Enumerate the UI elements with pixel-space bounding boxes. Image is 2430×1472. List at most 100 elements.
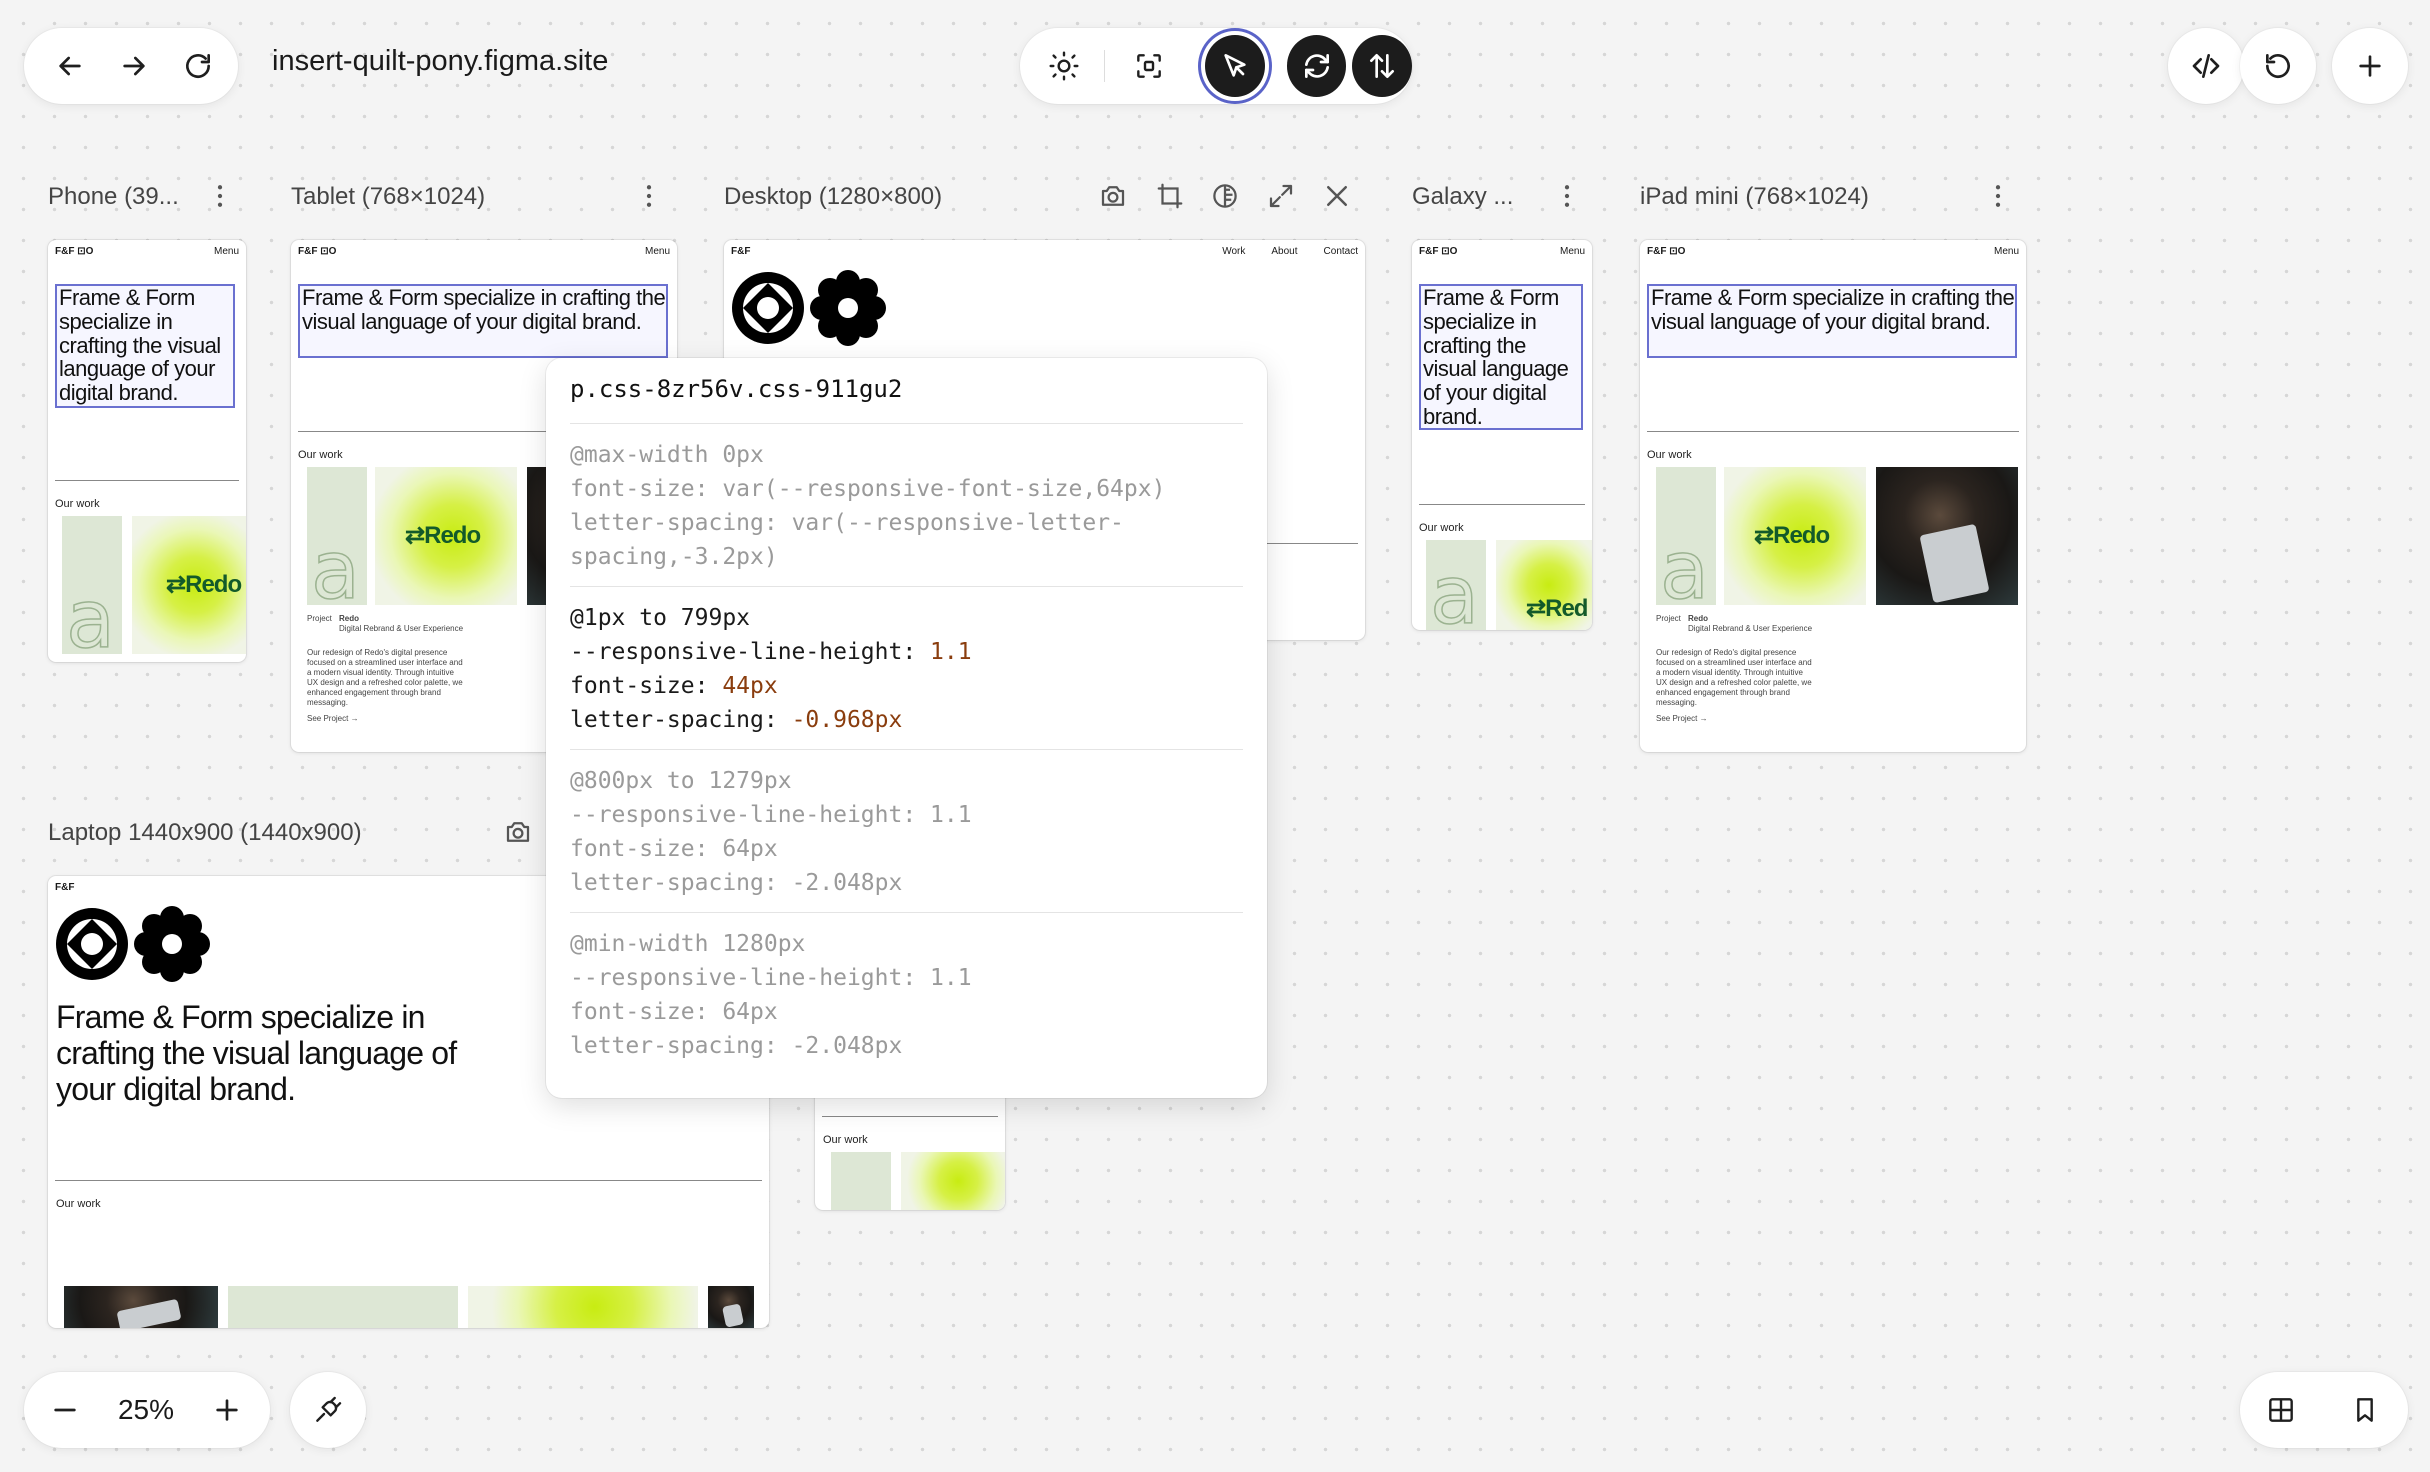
grid-icon[interactable] [2250, 1379, 2312, 1441]
history-button[interactable] [2240, 28, 2316, 104]
nav-link-contact[interactable]: Contact [1324, 246, 1358, 257]
site-headline[interactable]: Frame & Form specialize in crafting the … [1419, 284, 1583, 430]
site-logo: F&F [731, 246, 751, 257]
site-headline[interactable]: Frame & Form specialize in crafting the … [1647, 284, 2017, 358]
project-thumb-redo[interactable] [901, 1152, 1005, 1210]
forward-icon[interactable] [102, 35, 166, 97]
menu-link[interactable]: Menu [645, 246, 670, 257]
code-button[interactable] [2168, 28, 2244, 104]
frame-label-phone[interactable]: Phone (39... [48, 183, 179, 211]
project-thumb-a[interactable]: a [307, 467, 367, 605]
menu-link[interactable]: Menu [1994, 246, 2019, 257]
project-thumb-photo[interactable] [64, 1286, 218, 1328]
divider [55, 480, 239, 481]
more-icon[interactable] [1983, 181, 2013, 216]
site-nav: F&F ⊡O Menu [55, 246, 239, 257]
site-headline[interactable]: Frame & Form specialize in crafting the … [55, 284, 235, 408]
site-headline[interactable]: Frame & Form specialize in crafting the … [298, 284, 668, 358]
focus-frame-icon[interactable] [1120, 35, 1180, 97]
see-project-link[interactable]: See Project → [1656, 714, 1708, 724]
letter-a: a [65, 573, 116, 654]
divider [55, 1180, 762, 1181]
project-label: Project [1656, 614, 1681, 623]
project-thumb-a[interactable] [228, 1286, 458, 1328]
our-work-heading: Our work [1419, 522, 1464, 534]
expand-icon[interactable] [1266, 181, 1296, 216]
frame-label-desktop[interactable]: Desktop (1280×800) [724, 183, 942, 211]
site-nav: F&F ⊡O Menu [1647, 246, 2019, 257]
frame-label-ipad[interactable]: iPad mini (768×1024) [1640, 183, 1869, 211]
css-rule: --responsive-line-height: 1.1 [570, 639, 972, 665]
swap-vertical-icon[interactable] [1352, 35, 1412, 97]
zoom-in-icon[interactable] [196, 1379, 258, 1441]
letter-a: a [310, 524, 361, 605]
project-thumb-photo[interactable] [1876, 467, 2018, 605]
project-label: Project [307, 614, 332, 623]
zoom-level[interactable]: 25% [96, 1394, 196, 1426]
phone-frame[interactable]: F&F ⊡O Menu Frame & Form specialize in c… [48, 240, 246, 662]
project-thumb-redo[interactable]: ⇄Redo [1724, 467, 1866, 605]
frame-label-tablet[interactable]: Tablet (768×1024) [291, 183, 485, 211]
breakpoint-min-width-1280: @min-width 1280px --responsive-line-heig… [570, 913, 1243, 1075]
css-rule: --responsive-line-height: 1.1 [570, 965, 972, 991]
site-logo: F&F ⊡O [1419, 246, 1458, 257]
rotate-icon[interactable] [1155, 181, 1185, 216]
ipad-frame[interactable]: F&F ⊡O Menu Frame & Form specialize in c… [1640, 240, 2026, 752]
project-thumb-a[interactable]: a [1426, 540, 1486, 630]
site-headline[interactable]: Frame & Form specialize in crafting the … [56, 999, 496, 1107]
breakpoint-header: @min-width 1280px [570, 931, 806, 957]
our-work-heading: Our work [298, 449, 343, 461]
project-thumb-photo[interactable] [708, 1286, 754, 1328]
zoom-control: 25% [24, 1372, 270, 1448]
reload-icon[interactable] [166, 35, 230, 97]
site-nav: F&F Work About Contact [731, 246, 1358, 257]
sun-icon[interactable] [1034, 35, 1094, 97]
project-name: Redo [339, 614, 359, 623]
galaxy-frame[interactable]: F&F ⊡O Menu Frame & Form specialize in c… [1412, 240, 1592, 630]
breakpoint-header: @max-width 0px [570, 442, 764, 468]
camera-icon[interactable] [1098, 181, 1128, 216]
css-rule: font-size: 64px [570, 999, 778, 1025]
see-project-link[interactable]: See Project → [307, 714, 359, 724]
cursor-select-icon[interactable] [1205, 35, 1265, 97]
css-rule: letter-spacing: -2.048px [570, 1033, 903, 1059]
bookmark-icon[interactable] [2334, 1379, 2396, 1441]
css-rule: letter-spacing: -0.968px [570, 707, 903, 733]
project-thumb-redo[interactable]: ⇄Redo [132, 516, 246, 654]
more-icon[interactable] [1552, 181, 1582, 216]
camera-icon[interactable] [503, 817, 533, 852]
project-description: Our redesign of Redo's digital presence … [307, 648, 463, 707]
project-thumb-a[interactable]: a [62, 516, 122, 654]
zoom-out-icon[interactable] [34, 1379, 96, 1441]
frame-label-galaxy[interactable]: Galaxy ... [1412, 183, 1513, 211]
add-button[interactable] [2332, 28, 2408, 104]
contrast-icon[interactable] [1210, 181, 1240, 216]
browser-nav [24, 28, 238, 104]
close-icon[interactable] [1322, 181, 1352, 216]
project-thumb-a[interactable] [831, 1152, 891, 1210]
frame-label-laptop[interactable]: Laptop 1440x900 (1440x900) [48, 819, 362, 847]
url-text[interactable]: insert-quilt-pony.figma.site [272, 45, 608, 78]
more-icon[interactable] [634, 181, 664, 216]
plugin-button[interactable] [290, 1372, 366, 1448]
code-icon [2175, 35, 2237, 97]
site-logo: F&F ⊡O [1647, 246, 1686, 257]
project-thumb-redo[interactable]: ⇄Redo [375, 467, 517, 605]
our-work-heading: Our work [1647, 449, 1692, 461]
nav-link-work[interactable]: Work [1222, 246, 1245, 257]
project-thumb-redo[interactable] [468, 1286, 698, 1328]
menu-link[interactable]: Menu [1560, 246, 1585, 257]
sync-icon[interactable] [1286, 35, 1347, 97]
breakpoint-800-1279: @800px to 1279px --responsive-line-heigh… [570, 750, 1243, 913]
our-work-heading: Our work [56, 1198, 101, 1210]
project-thumb-a[interactable]: a [1656, 467, 1716, 605]
css-inspector-popover[interactable]: p.css-8zr56v.css-911gu2 @max-width 0px f… [546, 358, 1267, 1098]
project-thumb-redo[interactable]: ⇄Red [1496, 540, 1592, 630]
site-logo: F&F ⊡O [298, 246, 337, 257]
menu-link[interactable]: Menu [214, 246, 239, 257]
undo-icon [2247, 35, 2309, 97]
plus-icon [2339, 35, 2401, 97]
back-icon[interactable] [38, 35, 102, 97]
nav-link-about[interactable]: About [1271, 246, 1297, 257]
more-icon[interactable] [205, 181, 235, 216]
